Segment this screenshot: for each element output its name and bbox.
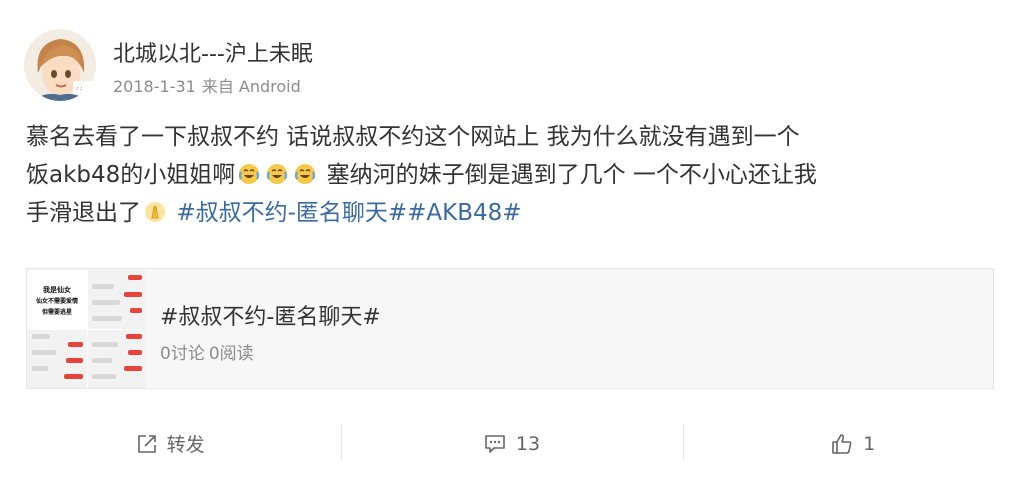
action-bar: 转发 13 1 [0,410,1024,477]
topic-card[interactable]: 我是仙女 仙女不需要爱情 但需要逃星 #叔叔不约-匿名聊天# 0讨论 0阅读 [26,268,994,389]
repost-icon [137,434,156,453]
laugh-cry-emoji-icon [267,164,288,184]
like-button[interactable]: 1 [682,410,1024,477]
comment-button[interactable]: 13 [341,410,682,477]
weibo-post: ♪ ♪ 北城以北---沪上未眠 2018-1-31 来自 Android 慕名去看… [0,0,1024,477]
post-date[interactable]: 2018-1-31 [113,77,196,96]
content-line-2-text: 饭akb48的小姐姐啊 [26,162,236,188]
author-name[interactable]: 北城以北---沪上未眠 [113,36,313,68]
repost-button[interactable]: 转发 [0,410,341,477]
topic-card-stats: 0讨论 0阅读 [160,339,258,364]
content-line-2-rest: 塞纳河的妹子倒是遇到了几个 一个不小心还让我 [319,162,817,188]
content-line-3-text: 手滑退出了 [26,200,141,226]
discussion-count: 0讨论 [160,344,205,364]
content-line-2: 饭akb48的小姐姐啊 塞纳河的妹子倒是遇到了几个 一个不小心还让我 [26,156,1001,194]
thumbs-up-icon [832,433,852,454]
thumb-text-1: 我是仙女 [43,285,71,294]
laugh-cry-emoji-icon [295,164,316,184]
pray-emoji-icon [145,202,165,222]
read-count: 0阅读 [208,344,254,364]
post-source: 来自 Android [201,77,301,96]
svg-text:♪ ♪: ♪ ♪ [76,86,83,91]
topic-card-thumbnail: 我是仙女 仙女不需要爱情 但需要逃星 [28,270,146,388]
topic-tags-link[interactable]: #叔叔不约-匿名聊天##AKB48# [176,200,521,226]
thumb-text-2: 仙女不需要爱情 [36,297,78,305]
topic-card-title: #叔叔不约-匿名聊天# [160,305,381,330]
thumb-text-3: 但需要逃星 [41,308,72,316]
post-meta: 2018-1-31 来自 Android [113,73,307,97]
content-line-3: 手滑退出了 #叔叔不约-匿名聊天##AKB48# [26,194,1001,232]
like-count: 1 [863,432,876,455]
avatar-image: ♪ ♪ [24,29,96,101]
comment-icon [485,434,505,453]
laugh-cry-emoji-icon [239,164,260,184]
content-line-1: 慕名去看了一下叔叔不约 话说叔叔不约这个网站上 我为什么就没有遇到一个 [26,124,800,150]
repost-label: 转发 [166,434,205,456]
chat-screenshot-image: 我是仙女 仙女不需要爱情 但需要逃星 [28,270,146,388]
comment-count: 13 [515,432,541,455]
avatar[interactable]: ♪ ♪ [24,29,96,101]
post-content: 慕名去看了一下叔叔不约 话说叔叔不约这个网站上 我为什么就没有遇到一个 饭akb… [26,118,1001,232]
